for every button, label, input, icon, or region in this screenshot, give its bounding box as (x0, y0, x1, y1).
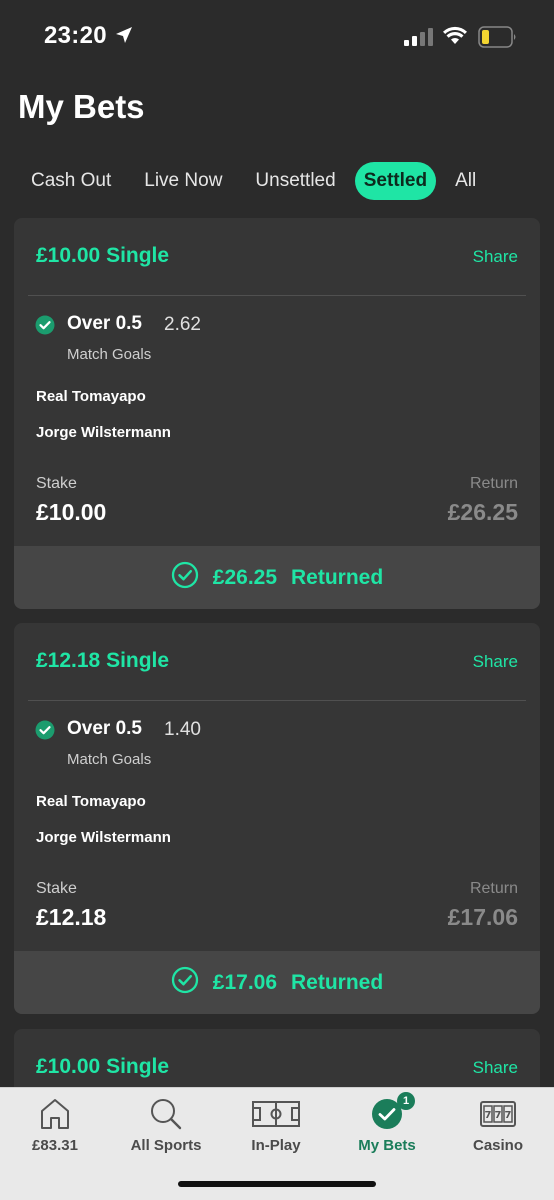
nav-item-my-bets[interactable]: 1 My Bets (332, 1092, 442, 1154)
returned-amount: £17.06 (212, 970, 278, 994)
returned-text: Returned (291, 565, 384, 589)
returned-check-icon (171, 561, 199, 594)
page-title: My Bets (18, 88, 145, 125)
tab-cash-out[interactable]: Cash Out (17, 162, 125, 200)
nav-item-all-sports[interactable]: All Sports (111, 1096, 221, 1154)
svg-text:7: 7 (485, 1110, 492, 1121)
location-arrow-icon (114, 25, 134, 50)
svg-text:7: 7 (495, 1110, 502, 1121)
nav-label-in-play: In-Play (251, 1137, 301, 1154)
cellular-signal-icon (404, 27, 434, 52)
return-label: Return (469, 880, 518, 897)
nav-label-balance: £83.31 (32, 1137, 78, 1154)
bets-count-badge: 1 (397, 1092, 415, 1110)
wifi-icon (443, 26, 467, 51)
check-circle-icon: 1 (332, 1092, 442, 1132)
nav-label-casino: Casino (472, 1137, 523, 1154)
stake-label: Stake (36, 880, 77, 897)
returned-amount: £26.25 (212, 565, 278, 589)
market-name: Match Goals (67, 751, 152, 768)
selection-odds: 2.62 (164, 314, 201, 335)
tab-settled[interactable]: Settled (354, 162, 437, 200)
bet-title: £12.18 Single (36, 649, 170, 672)
bet-card: £10.00 Single Share Over 0.5 2.62 Match … (14, 218, 540, 609)
returned-text: Returned (291, 970, 384, 994)
returned-footer: £26.25 Returned (14, 546, 540, 609)
selection-name: Over 0.5 (67, 313, 142, 334)
divider (28, 700, 526, 701)
check-icon (35, 315, 55, 340)
tab-unsettled[interactable]: Unsettled (241, 162, 349, 200)
bet-filter-tabs: Cash Out Live Now Unsettled Settled All (17, 162, 495, 200)
return-label: Return (469, 475, 518, 492)
returned-footer: £17.06 Returned (14, 951, 540, 1014)
stake-value: £10.00 (36, 499, 107, 525)
svg-text:7: 7 (505, 1110, 512, 1121)
nav-item-in-play[interactable]: In-Play (221, 1096, 331, 1154)
return-value: £17.06 (447, 904, 518, 930)
team-home: Real Tomayapo (36, 793, 146, 810)
nav-label-my-bets: My Bets (358, 1137, 416, 1154)
pitch-icon (221, 1096, 331, 1132)
battery-icon (478, 26, 518, 53)
share-button[interactable]: Share (473, 652, 518, 672)
share-button[interactable]: Share (473, 1058, 518, 1078)
tab-live-now[interactable]: Live Now (130, 162, 236, 200)
share-button[interactable]: Share (473, 247, 518, 267)
bet-card: £12.18 Single Share Over 0.5 1.40 Match … (14, 623, 540, 1014)
bet-title: £10.00 Single (36, 244, 170, 267)
market-name: Match Goals (67, 346, 152, 363)
returned-check-icon (171, 966, 199, 999)
nav-item-casino[interactable]: 777 Casino (443, 1096, 553, 1154)
bet-title: £10.00 Single (36, 1055, 170, 1078)
divider (28, 295, 526, 296)
tab-all[interactable]: All (441, 162, 490, 200)
search-icon (111, 1096, 221, 1132)
return-value: £26.25 (447, 499, 518, 525)
selection-odds: 1.40 (164, 719, 201, 740)
team-away: Jorge Wilstermann (36, 424, 171, 441)
check-icon (35, 720, 55, 745)
stake-label: Stake (36, 475, 77, 492)
home-icon (0, 1096, 110, 1132)
status-bar: 23:20 (0, 0, 554, 74)
stake-value: £12.18 (36, 904, 107, 930)
team-home: Real Tomayapo (36, 388, 146, 405)
selection-name: Over 0.5 (67, 718, 142, 739)
status-time: 23:20 (44, 22, 107, 49)
home-indicator[interactable] (178, 1181, 376, 1187)
nav-label-all-sports: All Sports (130, 1137, 202, 1154)
team-away: Jorge Wilstermann (36, 829, 171, 846)
nav-item-balance[interactable]: £83.31 (0, 1096, 110, 1154)
slot-machine-icon: 777 (443, 1096, 553, 1132)
